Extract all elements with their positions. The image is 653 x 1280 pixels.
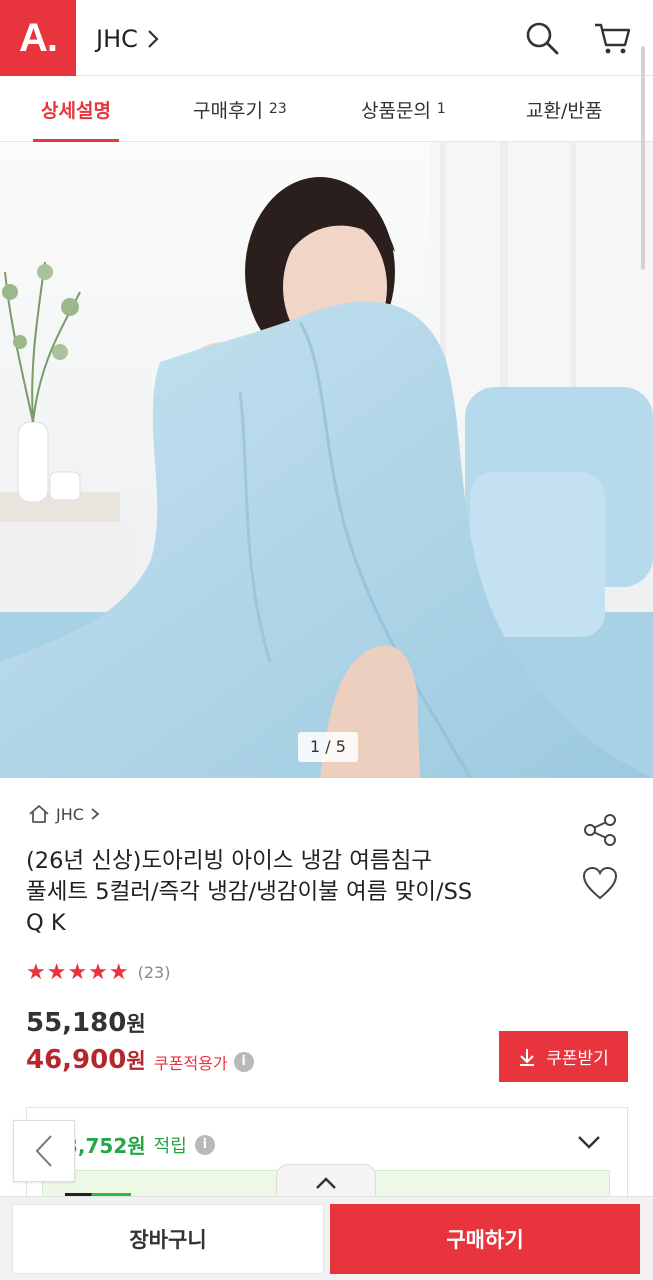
title-line: 풀세트 5컬러/즉각 냉감/냉감이불 여름 맞이/SS [26, 879, 473, 905]
chevron-down-icon[interactable] [576, 1132, 602, 1152]
tab-label: 상세설명 [41, 99, 111, 122]
chevron-right-icon [91, 808, 100, 820]
tab-count: 23 [268, 101, 287, 117]
rating-row[interactable]: ★★★★★ (23) [26, 960, 170, 985]
tab-label: 상품문의 [361, 99, 431, 122]
tab-exchange[interactable]: 교환/반품 [526, 76, 602, 142]
store-name: JHC [56, 804, 84, 824]
points-row[interactable]: 3,752원 적립 i [64, 1130, 215, 1159]
brand-link[interactable]: JHC [96, 22, 160, 56]
back-button[interactable] [13, 1120, 75, 1182]
product-photo [0, 142, 653, 778]
points-value: 3,752원 [64, 1134, 146, 1158]
currency-unit: 원 [126, 1012, 146, 1036]
title-line: (26년 신상)도아리빙 아이스 냉감 여름침구 [26, 848, 432, 874]
buy-now-button[interactable]: 구매하기 [330, 1204, 640, 1274]
share-icon[interactable] [580, 810, 620, 850]
coupon-note-label: 쿠폰적용가 [154, 1054, 228, 1073]
tab-detail[interactable]: 상세설명 [33, 76, 119, 142]
info-icon[interactable]: i [233, 1052, 254, 1072]
expand-handle[interactable] [276, 1164, 376, 1200]
tab-count: 1 [436, 101, 446, 117]
search-icon[interactable] [522, 18, 562, 58]
points-label: 적립 [153, 1135, 187, 1157]
tab-label: 구매후기 [193, 99, 263, 122]
buy-button-label: 구매하기 [446, 1228, 524, 1252]
add-to-cart-button[interactable]: 장바구니 [12, 1204, 324, 1274]
tab-qna[interactable]: 상품문의 1 [361, 76, 446, 142]
sale-price-value: 46,900 [26, 1045, 127, 1075]
tab-label: 교환/반품 [526, 99, 603, 122]
coupon-button-label: 쿠폰받기 [546, 1049, 609, 1068]
product-page: A. JHC 상세설명 구매후기 23 상품문의 1 교환/반품 1 / 5 J… [0, 0, 653, 1280]
chevron-left-icon [35, 1135, 52, 1167]
original-price-value: 55,180 [26, 1008, 127, 1038]
product-title: (26년 신상)도아리빙 아이스 냉감 여름침구 풀세트 5컬러/즉각 냉감/냉… [26, 846, 571, 939]
gallery-indicator: 1 / 5 [298, 732, 358, 762]
sale-price: 46,900원 [26, 1045, 146, 1075]
review-count: (23) [137, 963, 171, 982]
star-rating: ★★★★★ [26, 960, 130, 985]
store-link[interactable]: JHC [28, 804, 100, 824]
info-icon[interactable]: i [194, 1134, 215, 1155]
scrollbar[interactable] [641, 46, 645, 270]
product-image[interactable] [0, 142, 653, 778]
home-icon [29, 805, 49, 823]
heart-icon[interactable] [580, 864, 620, 904]
download-icon [520, 1048, 535, 1066]
tab-reviews[interactable]: 구매후기 23 [193, 76, 287, 142]
product-tabs: 상세설명 구매후기 23 상품문의 1 교환/반품 [0, 76, 653, 142]
get-coupon-button[interactable]: 쿠폰받기 [499, 1031, 628, 1082]
chevron-right-icon [148, 30, 159, 48]
cart-button-label: 장바구니 [129, 1228, 207, 1252]
title-line: Q K [26, 910, 66, 936]
chevron-up-icon [316, 1176, 336, 1189]
brand-name: JHC [96, 25, 138, 53]
coupon-price-note: 쿠폰적용가 i [154, 1050, 254, 1074]
cart-icon[interactable] [592, 18, 632, 58]
original-price: 55,180원 [26, 1008, 146, 1038]
top-header: A. JHC [0, 0, 653, 76]
currency-unit: 원 [126, 1049, 146, 1073]
app-logo[interactable]: A. [0, 0, 76, 76]
